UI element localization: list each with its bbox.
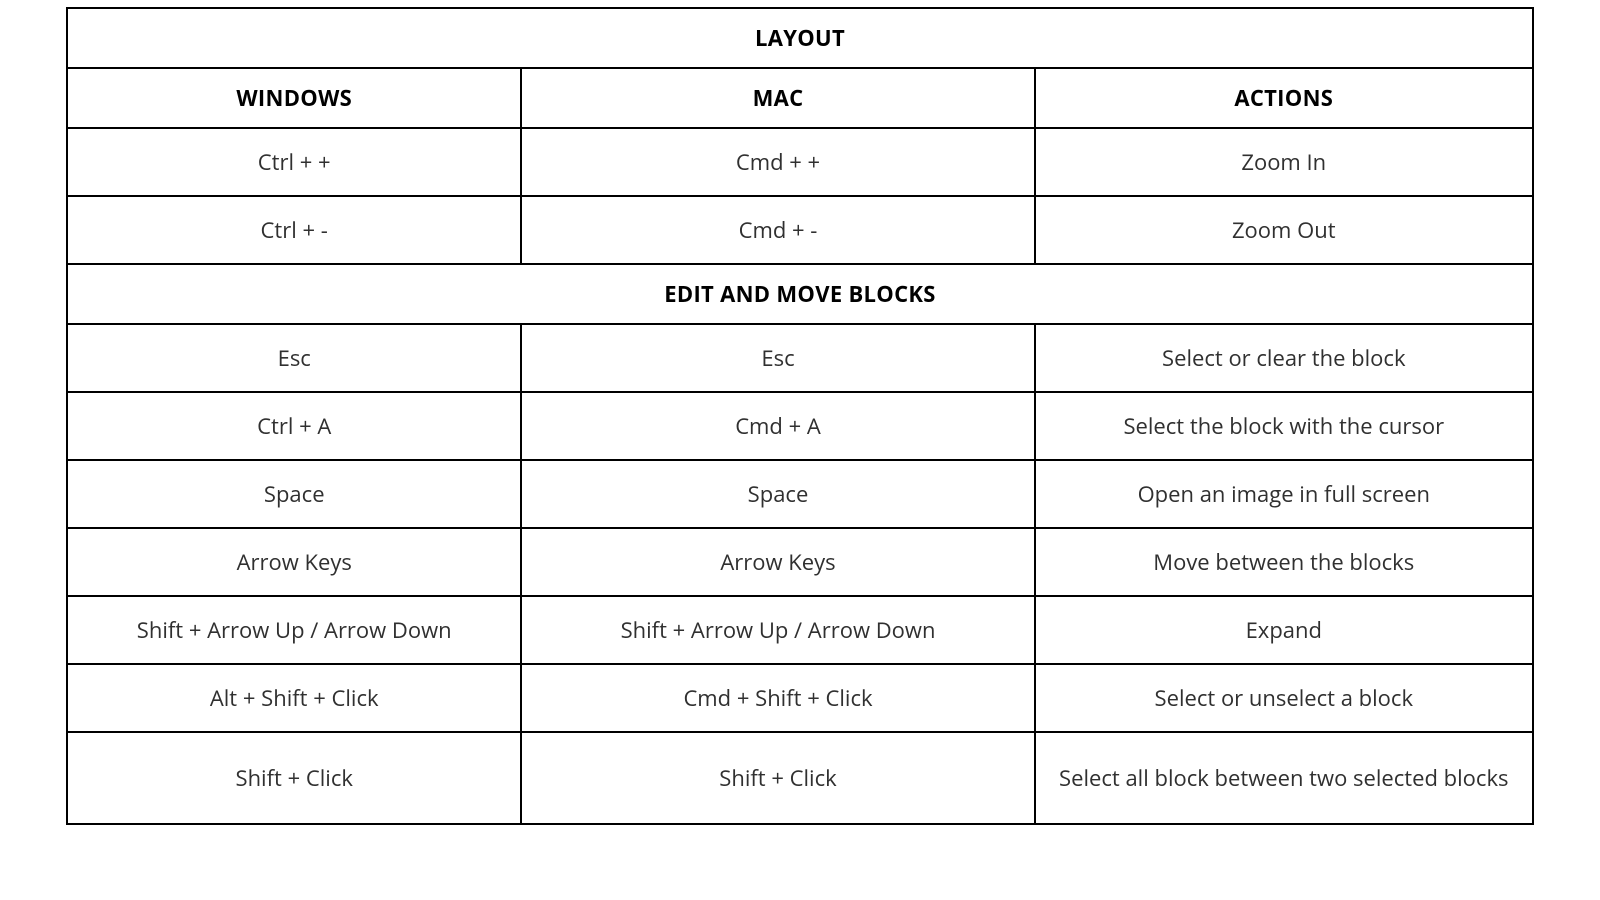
- table-row: Space Space Open an image in full screen: [67, 460, 1533, 528]
- cell-windows: Alt + Shift + Click: [67, 664, 521, 732]
- cell-mac: Space: [521, 460, 1034, 528]
- section-edit-title-row: EDIT AND MOVE BLOCKS: [67, 264, 1533, 324]
- cell-action: Open an image in full screen: [1035, 460, 1533, 528]
- table-row: Arrow Keys Arrow Keys Move between the b…: [67, 528, 1533, 596]
- cell-mac: Cmd + A: [521, 392, 1034, 460]
- cell-mac: Shift + Click: [521, 732, 1034, 824]
- cell-action: Move between the blocks: [1035, 528, 1533, 596]
- cell-windows: Ctrl + +: [67, 128, 521, 196]
- cell-windows: Esc: [67, 324, 521, 392]
- shortcuts-table: LAYOUT WINDOWS MAC ACTIONS Ctrl + + Cmd …: [66, 7, 1534, 825]
- cell-mac: Cmd + Shift + Click: [521, 664, 1034, 732]
- cell-mac: Esc: [521, 324, 1034, 392]
- column-headers-row: WINDOWS MAC ACTIONS: [67, 68, 1533, 128]
- table-row: Esc Esc Select or clear the block: [67, 324, 1533, 392]
- cell-windows: Ctrl + A: [67, 392, 521, 460]
- cell-action: Select all block between two selected bl…: [1035, 732, 1533, 824]
- col-header-windows: WINDOWS: [67, 68, 521, 128]
- cell-action: Expand: [1035, 596, 1533, 664]
- table-row: Ctrl + - Cmd + - Zoom Out: [67, 196, 1533, 264]
- cell-windows: Ctrl + -: [67, 196, 521, 264]
- cell-windows: Space: [67, 460, 521, 528]
- page-container: LAYOUT WINDOWS MAC ACTIONS Ctrl + + Cmd …: [0, 0, 1600, 900]
- cell-mac: Shift + Arrow Up / Arrow Down: [521, 596, 1034, 664]
- cell-windows: Shift + Arrow Up / Arrow Down: [67, 596, 521, 664]
- table-row: Shift + Click Shift + Click Select all b…: [67, 732, 1533, 824]
- cell-windows: Shift + Click: [67, 732, 521, 824]
- table-row: Ctrl + + Cmd + + Zoom In: [67, 128, 1533, 196]
- table-row: Alt + Shift + Click Cmd + Shift + Click …: [67, 664, 1533, 732]
- cell-action: Zoom In: [1035, 128, 1533, 196]
- cell-mac: Cmd + -: [521, 196, 1034, 264]
- cell-windows: Arrow Keys: [67, 528, 521, 596]
- section-layout-title: LAYOUT: [67, 8, 1533, 68]
- col-header-actions: ACTIONS: [1035, 68, 1533, 128]
- cell-action: Select the block with the cursor: [1035, 392, 1533, 460]
- cell-action: Select or clear the block: [1035, 324, 1533, 392]
- cell-mac: Cmd + +: [521, 128, 1034, 196]
- col-header-mac: MAC: [521, 68, 1034, 128]
- table-row: Shift + Arrow Up / Arrow Down Shift + Ar…: [67, 596, 1533, 664]
- cell-action: Select or unselect a block: [1035, 664, 1533, 732]
- cell-mac: Arrow Keys: [521, 528, 1034, 596]
- section-edit-title: EDIT AND MOVE BLOCKS: [67, 264, 1533, 324]
- cell-action: Zoom Out: [1035, 196, 1533, 264]
- section-layout-title-row: LAYOUT: [67, 8, 1533, 68]
- table-row: Ctrl + A Cmd + A Select the block with t…: [67, 392, 1533, 460]
